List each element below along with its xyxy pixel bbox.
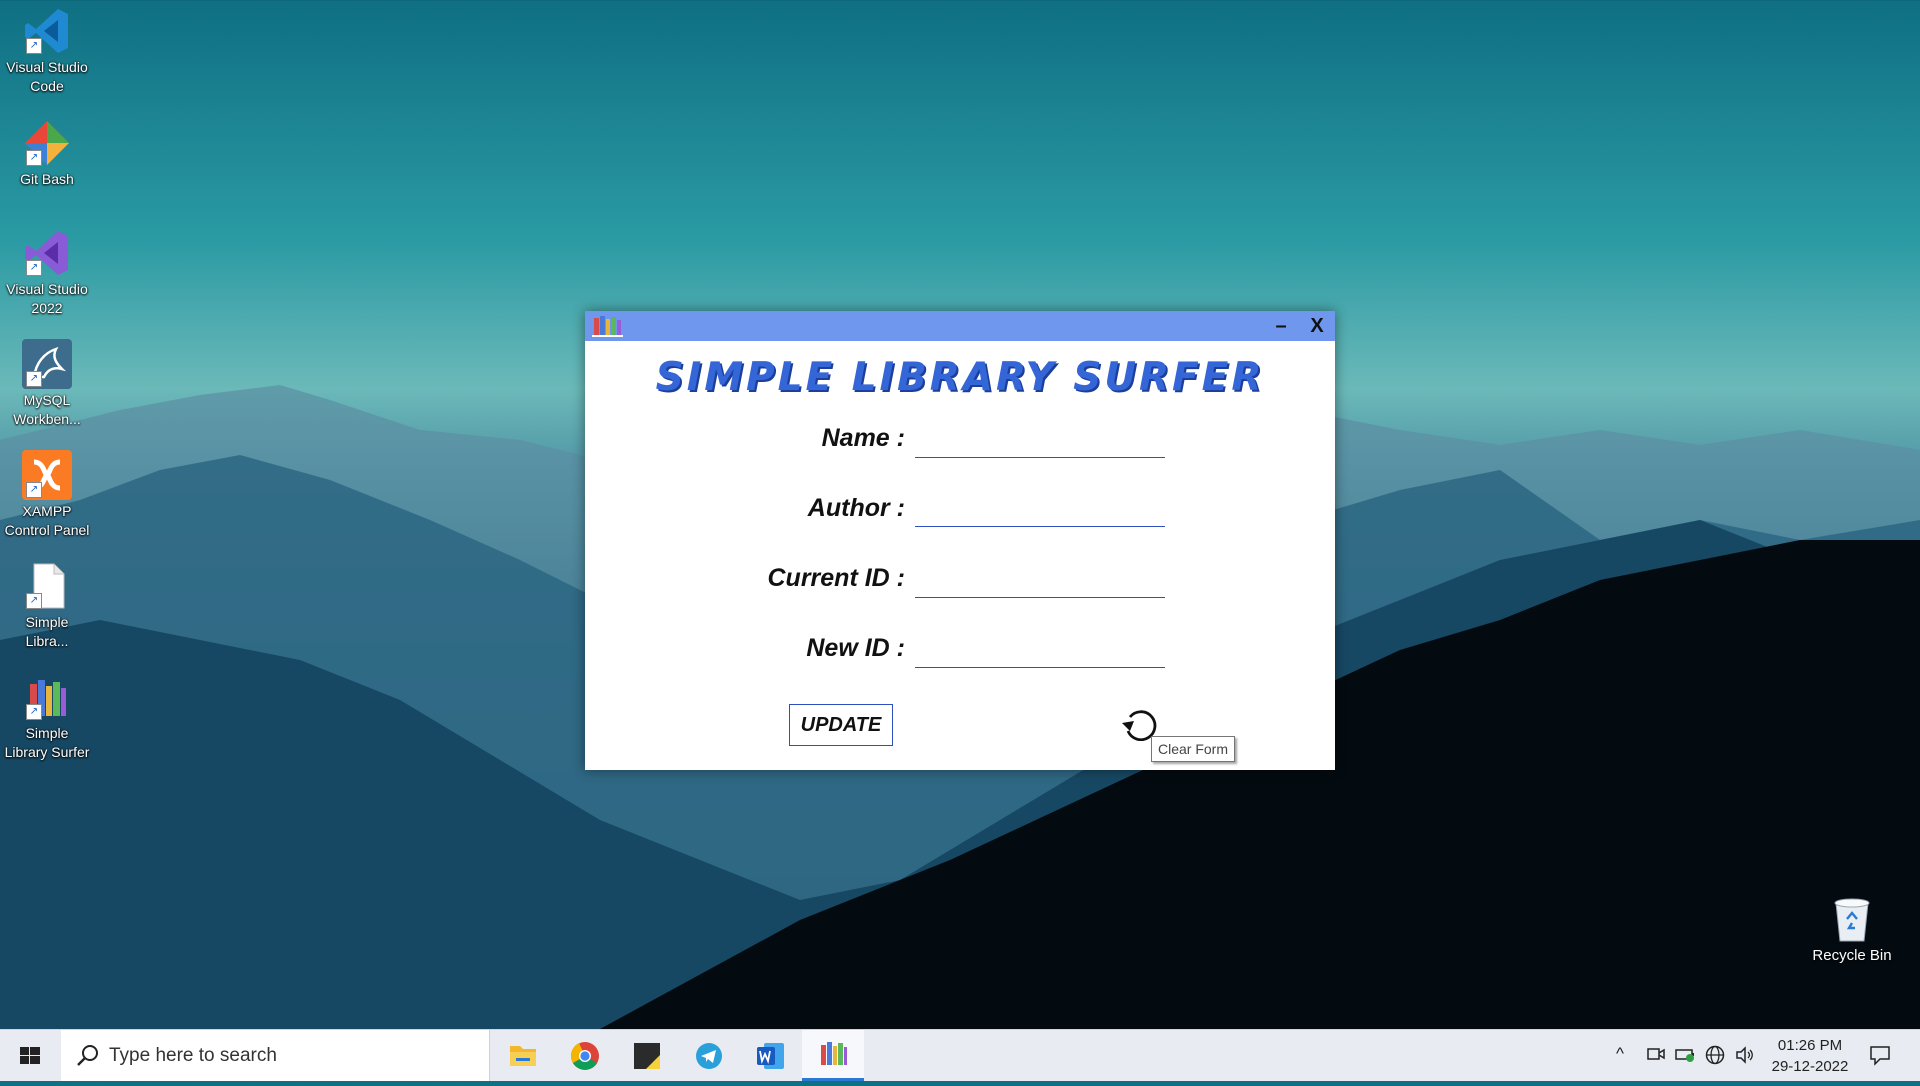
xampp-icon: ↗ — [22, 450, 72, 500]
desktop-icon-label: Code — [30, 78, 64, 94]
desktop-icon-vscode[interactable]: ↗ Visual Studio Code — [0, 6, 94, 96]
vscode-icon: ↗ — [22, 6, 72, 56]
desktop-icon-label: MySQL — [23, 392, 71, 408]
close-button[interactable]: X — [1302, 313, 1332, 339]
taskbar-sticky-notes[interactable] — [616, 1030, 678, 1081]
taskbar: Type here to search ^ 01:26 PM 29-12-202… — [0, 1029, 1920, 1081]
minimize-button[interactable]: – — [1266, 313, 1296, 339]
new-id-label: New ID : — [806, 634, 905, 662]
desktop-icon-label: XAMPP — [22, 503, 72, 519]
update-button[interactable]: UPDATE — [789, 704, 893, 746]
desktop-icon-label: 2022 — [31, 300, 63, 316]
new-id-input[interactable] — [915, 635, 1165, 668]
file-icon: ↗ — [22, 561, 72, 611]
desktop-icon-visual-studio[interactable]: ↗ Visual Studio 2022 — [0, 228, 94, 318]
clear-form-tooltip: Clear Form — [1151, 736, 1236, 762]
volume-icon[interactable] — [1734, 1044, 1756, 1068]
git-bash-icon: ↗ — [22, 118, 72, 168]
window-titlebar[interactable]: – X — [585, 311, 1335, 341]
clock-date: 29-12-2022 — [1771, 1058, 1849, 1075]
desktop-icon-label: Git Bash — [20, 171, 74, 187]
desktop-icon-label: Visual Studio — [6, 281, 88, 297]
desktop-icon-mysql-workbench[interactable]: ↗ MySQL Workben... — [0, 339, 94, 429]
desktop-icon-label: Visual Studio — [6, 59, 88, 75]
desktop-icon-git-bash[interactable]: ↗ Git Bash — [0, 118, 94, 189]
author-input[interactable] — [915, 494, 1165, 527]
name-input[interactable] — [915, 425, 1165, 458]
search-placeholder: Type here to search — [109, 1045, 277, 1066]
chrome-icon — [570, 1042, 599, 1070]
taskbar-telegram[interactable] — [678, 1030, 740, 1081]
desktop-icon-label: Control Panel — [4, 522, 90, 538]
notification-center-icon[interactable] — [1868, 1044, 1892, 1068]
clock-time: 01:26 PM — [1777, 1037, 1843, 1054]
books-icon: ↗ — [22, 672, 72, 722]
recycle-bin-icon — [1834, 898, 1870, 942]
search-icon — [77, 1045, 98, 1066]
desktop-icon-simple-library-file[interactable]: ↗ Simple Libra... — [0, 561, 94, 651]
desktop-icon-label: Workben... — [13, 411, 81, 427]
sticky-notes-icon — [634, 1043, 660, 1069]
update-book-window: – X SIMPLE LIBRARY SURFER Name : Author … — [585, 311, 1335, 770]
taskbar-simple-library-surfer[interactable] — [802, 1030, 864, 1081]
desktop-icon-label: Simple — [25, 614, 69, 630]
desktop-icon-xampp[interactable]: ↗ XAMPP Control Panel — [0, 450, 94, 540]
desktop-icon-simple-library-surfer[interactable]: ↗ Simple Library Surfer — [0, 672, 94, 762]
network-globe-icon[interactable] — [1704, 1044, 1726, 1068]
word-icon — [757, 1043, 784, 1069]
desktop-icon-label: Library Surfer — [4, 744, 90, 760]
app-title: SIMPLE LIBRARY SURFER — [655, 355, 1265, 400]
current-id-label: Current ID : — [767, 564, 906, 592]
books-icon — [821, 1042, 847, 1065]
name-label: Name : — [821, 424, 905, 452]
taskbar-clock[interactable]: 01:26 PM 29-12-2022 — [1762, 1035, 1858, 1077]
desktop-icon-label: Libra... — [25, 633, 69, 649]
recycle-bin-label: Recycle Bin — [1812, 947, 1892, 964]
start-button[interactable] — [0, 1030, 60, 1081]
taskbar-word[interactable] — [740, 1030, 802, 1081]
file-explorer-icon — [510, 1046, 536, 1066]
current-id-input[interactable] — [915, 565, 1165, 598]
visual-studio-icon: ↗ — [22, 228, 72, 278]
show-hidden-icons-chevron-up-icon[interactable]: ^ — [1616, 1044, 1624, 1068]
taskbar-search-box[interactable]: Type here to search — [61, 1030, 490, 1081]
books-icon — [592, 316, 623, 337]
desktop-icon-label: Simple — [25, 725, 69, 741]
recycle-bin[interactable]: Recycle Bin — [1808, 895, 1896, 964]
meet-now-icon[interactable] — [1646, 1044, 1666, 1068]
windows-icon — [20, 1047, 40, 1064]
battery-icon[interactable] — [1674, 1044, 1696, 1068]
taskbar-file-explorer[interactable] — [492, 1030, 554, 1081]
taskbar-chrome[interactable] — [554, 1030, 616, 1081]
mysql-workbench-icon: ↗ — [22, 339, 72, 389]
author-label: Author : — [807, 494, 905, 522]
telegram-icon — [696, 1043, 722, 1069]
